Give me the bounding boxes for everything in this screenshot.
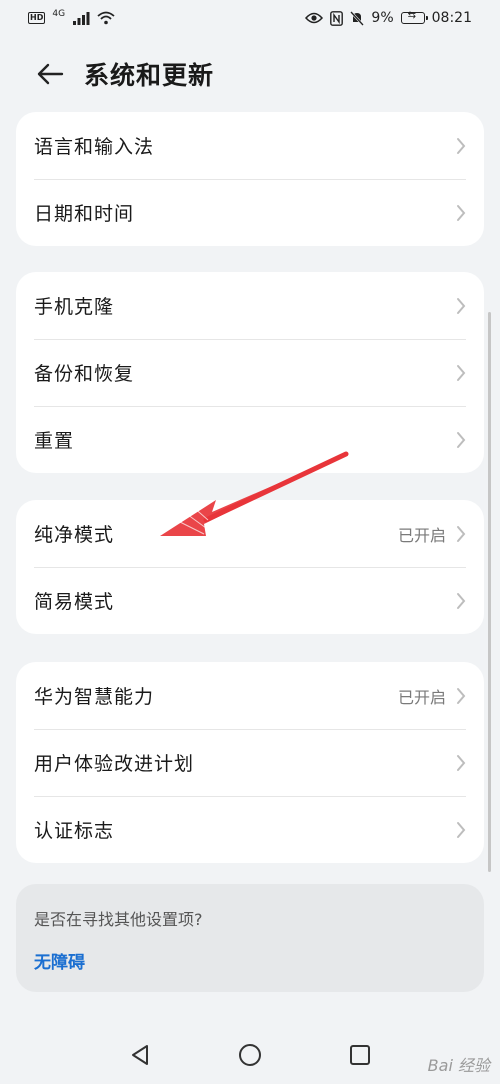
nav-recent-button[interactable] [347, 1042, 373, 1068]
settings-group-clone-backup-reset: 手机克隆 备份和恢复 重置 [16, 272, 484, 473]
page-title: 系统和更新 [84, 61, 215, 90]
setting-row-language-input[interactable]: 语言和输入法 [16, 112, 484, 179]
setting-label: 认证标志 [34, 820, 115, 842]
setting-status: 已开启 [397, 687, 446, 707]
square-recent-icon [350, 1045, 370, 1065]
navigation-bar [0, 1026, 500, 1084]
header: 系统和更新 [0, 46, 500, 102]
setting-label: 语言和输入法 [34, 136, 155, 158]
setting-row-phone-clone[interactable]: 手机克隆 [16, 272, 484, 339]
back-button[interactable] [30, 54, 70, 94]
suggestion-card: 是否在寻找其他设置项? 无障碍 [16, 884, 484, 992]
nav-back-button[interactable] [127, 1042, 153, 1068]
scrollbar[interactable] [488, 312, 491, 872]
suggestion-question: 是否在寻找其他设置项? [34, 910, 203, 929]
battery-icon: ⇆ [400, 10, 428, 24]
back-arrow-icon [37, 63, 64, 85]
settings-group-language-date: 语言和输入法 日期和时间 [16, 112, 484, 246]
nav-home-button[interactable] [237, 1042, 263, 1068]
setting-label: 用户体验改进计划 [34, 753, 195, 775]
setting-label: 华为智慧能力 [34, 686, 155, 708]
settings-group-modes: 纯净模式 已开启 简易模式 [16, 500, 484, 634]
network-type: 4G [52, 8, 66, 19]
setting-row-certification[interactable]: 认证标志 [16, 796, 484, 863]
chevron-right-icon [456, 204, 466, 222]
setting-row-backup-restore[interactable]: 备份和恢复 [16, 339, 484, 406]
battery-percent: 9% [371, 10, 394, 26]
status-right: 9% ⇆ 08:21 [305, 10, 472, 26]
hd-badge: HD [28, 12, 46, 24]
setting-label: 手机克隆 [34, 296, 115, 318]
clock: 08:21 [431, 10, 472, 26]
eye-icon [305, 12, 324, 24]
setting-row-user-experience[interactable]: 用户体验改进计划 [16, 729, 484, 796]
chevron-right-icon [456, 754, 466, 772]
status-bar: HD 4G 9% ⇆ 08:21 [0, 0, 500, 36]
setting-row-pure-mode[interactable]: 纯净模式 已开启 [16, 500, 484, 567]
setting-row-date-time[interactable]: 日期和时间 [16, 179, 484, 246]
chevron-right-icon [456, 297, 466, 315]
watermark: Bai 经验 [427, 1056, 490, 1075]
chevron-right-icon [456, 431, 466, 449]
setting-label: 备份和恢复 [34, 363, 135, 385]
accessibility-link[interactable]: 无障碍 [34, 948, 466, 973]
settings-group-huawei: 华为智慧能力 已开启 用户体验改进计划 认证标志 [16, 662, 484, 863]
signal-icon [73, 12, 90, 25]
setting-label: 重置 [34, 430, 75, 452]
setting-label: 日期和时间 [34, 203, 135, 225]
setting-row-huawei-ai[interactable]: 华为智慧能力 已开启 [16, 662, 484, 729]
circle-home-icon [239, 1044, 261, 1066]
chevron-right-icon [456, 592, 466, 610]
chevron-right-icon [456, 364, 466, 382]
setting-label: 纯净模式 [34, 524, 115, 546]
chevron-right-icon [456, 137, 466, 155]
mute-bell-icon [350, 10, 365, 26]
setting-row-simple-mode[interactable]: 简易模式 [16, 567, 484, 634]
triangle-back-icon [132, 1045, 148, 1065]
setting-label: 简易模式 [34, 591, 115, 613]
nfc-icon [330, 10, 344, 26]
setting-row-reset[interactable]: 重置 [16, 406, 484, 473]
chevron-right-icon [456, 525, 466, 543]
setting-status: 已开启 [397, 525, 446, 545]
chevron-right-icon [456, 821, 466, 839]
status-left: HD 4G [28, 8, 115, 25]
chevron-right-icon [456, 687, 466, 705]
wifi-icon [97, 11, 115, 25]
